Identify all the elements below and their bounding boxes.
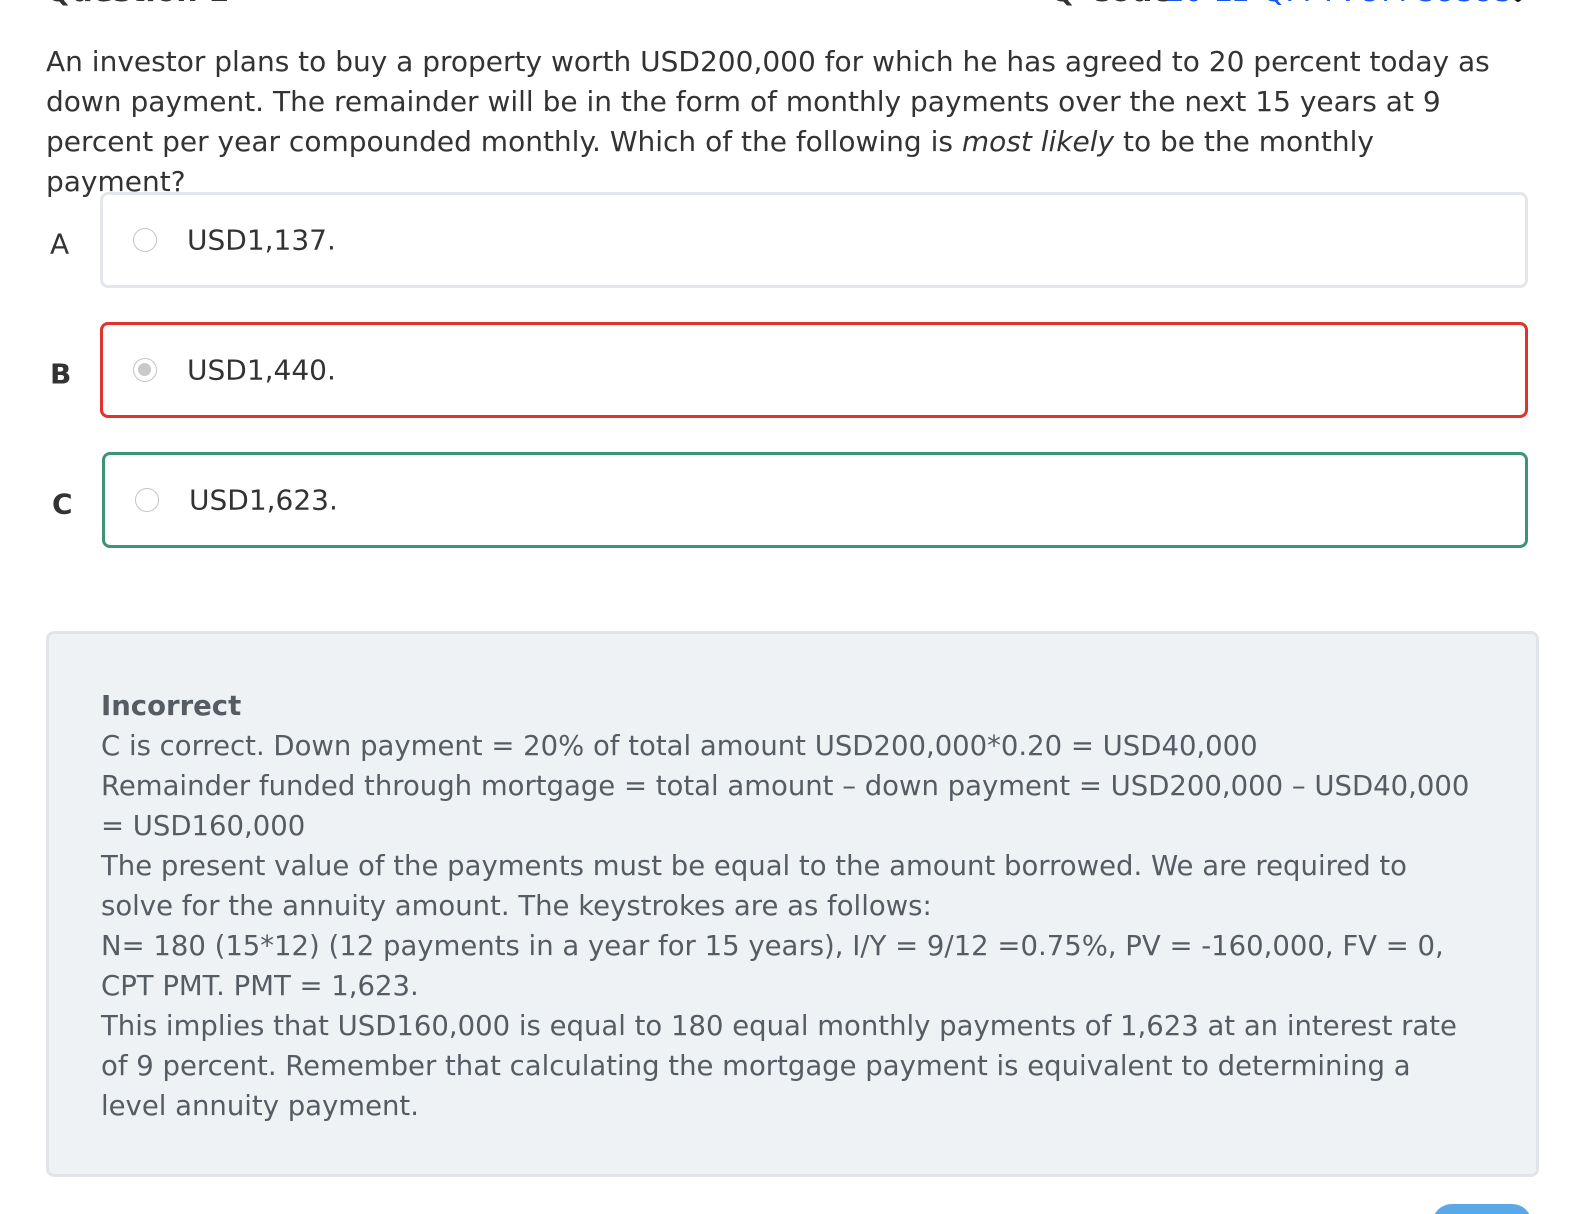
question-title: Question 1 xyxy=(46,0,229,9)
bookmark-icon[interactable] xyxy=(1490,0,1546,14)
option-label: USD1,440. xyxy=(187,353,336,387)
explanation-line: This implies that USD160,000 is equal to… xyxy=(101,1010,1457,1122)
radio-button-selected[interactable] xyxy=(133,358,157,382)
option-letter: A xyxy=(50,227,70,261)
option-letter: C xyxy=(52,487,73,521)
explanation-line: The present value of the payments must b… xyxy=(101,850,1408,922)
explanation-line: N= 180 (15*12) (12 payments in a year fo… xyxy=(101,930,1444,1002)
explanation-panel: Incorrect C is correct. Down payment = 2… xyxy=(46,631,1539,1177)
answer-choice-c[interactable]: USD1,623. xyxy=(102,452,1528,548)
q-code-link[interactable]: 20-L1-QM-TVOM-59595 xyxy=(1165,0,1513,9)
option-letter: B xyxy=(50,357,72,391)
question-header: Question 1 Q-Code: 20-L1-QM-TVOM-59595 xyxy=(0,0,1570,18)
question-emphasis: most likely xyxy=(961,125,1115,158)
option-label: USD1,137. xyxy=(187,223,336,257)
option-label: USD1,623. xyxy=(189,483,338,517)
radio-button[interactable] xyxy=(135,488,159,512)
option-b[interactable]: B USD1,440. xyxy=(0,322,1570,426)
explanation-line: C is correct. Down payment = 20% of tota… xyxy=(101,730,1258,762)
question-text: An investor plans to buy a property wort… xyxy=(46,42,1516,202)
next-button[interactable] xyxy=(1432,1204,1532,1214)
option-c[interactable]: C USD1,623. xyxy=(0,452,1570,556)
quiz-page: Question 1 Q-Code: 20-L1-QM-TVOM-59595 A… xyxy=(0,0,1570,1214)
radio-button[interactable] xyxy=(133,228,157,252)
explanation-line: Remainder funded through mortgage = tota… xyxy=(101,770,1470,842)
result-status: Incorrect xyxy=(101,690,242,722)
option-a[interactable]: A USD1,137. xyxy=(0,192,1570,296)
answer-choice-a[interactable]: USD1,137. xyxy=(100,192,1528,288)
answer-choice-b[interactable]: USD1,440. xyxy=(100,322,1528,418)
explanation-body: Incorrect C is correct. Down payment = 2… xyxy=(101,686,1481,1126)
